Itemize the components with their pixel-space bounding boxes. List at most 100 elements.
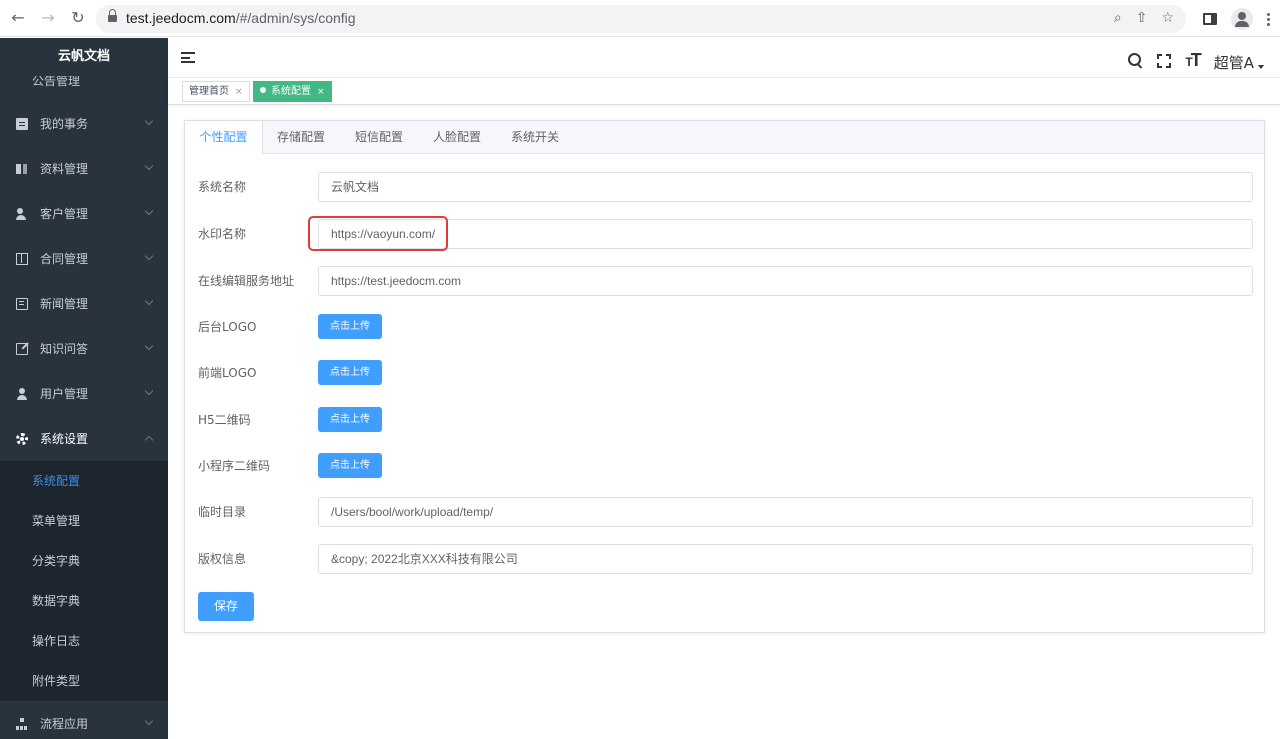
tab-system-switches[interactable]: 系统开关 <box>505 121 565 154</box>
address-bar[interactable]: test.jeedocm.com/#/admin/sys/config ⌕ ⇧ … <box>96 5 1186 33</box>
users-icon <box>16 207 28 220</box>
browser-toolbar: ← → ↻ test.jeedocm.com/#/admin/sys/confi… <box>0 0 1280 37</box>
flow-icon <box>16 717 28 730</box>
sidebar-subitem-attachment-types[interactable]: 附件类型 <box>0 661 168 701</box>
sidebar-subitem-category-dictionary[interactable]: 分类字典 <box>0 541 168 581</box>
sidebar-item-label: 新闻管理 <box>40 297 89 311</box>
collapse-sidebar-icon[interactable] <box>181 52 195 63</box>
sidebar-subitem-data-dictionary[interactable]: 数据字典 <box>0 581 168 621</box>
sidebar-item-news[interactable]: 新闻管理 <box>0 281 168 326</box>
fullscreen-icon[interactable] <box>1157 53 1172 68</box>
sidebar-subitem-system-config[interactable]: 系统配置 <box>0 461 168 501</box>
front-logo-label: 前端LOGO <box>198 366 257 380</box>
tag-home[interactable]: 管理首页 × <box>182 81 250 102</box>
lock-icon[interactable] <box>108 9 117 24</box>
system-name-label: 系统名称 <box>198 180 247 194</box>
tag-label: 系统配置 <box>271 86 311 97</box>
tab-sms-config[interactable]: 短信配置 <box>349 121 409 154</box>
sidebar-item-announcement[interactable]: 公告管理 <box>0 76 168 101</box>
tags-view: 管理首页 × 系统配置 × <box>168 78 1280 105</box>
miniapp-qrcode-upload-button[interactable]: 点击上传 <box>318 453 382 478</box>
top-header: TT 超管A <box>168 38 1280 78</box>
chevron-down-icon <box>144 716 154 726</box>
system-name-input[interactable]: 云帆文档 <box>318 172 1253 202</box>
contract-icon <box>16 252 28 265</box>
browser-menu-icon[interactable] <box>1267 12 1270 26</box>
tab-storage-config[interactable]: 存储配置 <box>271 121 331 154</box>
temp-dir-label: 临时目录 <box>198 505 247 519</box>
address-bar-actions: ⌕ ⇧ ☆ <box>1114 10 1174 26</box>
sidebar: 云帆文档 公告管理 我的事务 资料管理 客户管理 合同管理 新闻管理 知识问答 … <box>0 38 168 739</box>
sidebar-item-my-affairs[interactable]: 我的事务 <box>0 101 168 146</box>
sidebar-subitem-menu-management[interactable]: 菜单管理 <box>0 501 168 541</box>
bookmark-star-icon[interactable]: ☆ <box>1161 10 1174 26</box>
sidebar-item-label: 用户管理 <box>40 387 89 401</box>
tab-face-config[interactable]: 人脸配置 <box>427 121 487 154</box>
admin-logo-upload-button[interactable]: 点击上传 <box>318 314 382 339</box>
chevron-down-icon <box>144 386 154 396</box>
reload-icon[interactable]: ↻ <box>70 9 86 27</box>
chevron-down-icon <box>144 206 154 216</box>
save-button[interactable]: 保存 <box>198 592 254 621</box>
user-dropdown[interactable]: 超管A <box>1214 52 1264 73</box>
tab-personal-config[interactable]: 个性配置 <box>185 121 263 154</box>
active-dot-icon <box>260 87 266 93</box>
chevron-down-icon <box>144 296 154 306</box>
browser-nav: ← → ↻ <box>10 9 86 27</box>
book-icon <box>16 163 28 175</box>
url-host: test.jeedocm.com <box>126 10 236 26</box>
user-name: 超管A <box>1213 54 1254 72</box>
sidebar-item-contracts[interactable]: 合同管理 <box>0 236 168 281</box>
gear-icon <box>16 432 28 445</box>
sidebar-brand[interactable]: 云帆文档 <box>0 38 168 76</box>
browser-actions <box>1203 8 1270 30</box>
sidebar-item-label: 系统设置 <box>40 432 89 446</box>
config-card: 个性配置 存储配置 短信配置 人脸配置 系统开关 系统名称 云帆文档 水印名称 … <box>184 120 1265 633</box>
url-path: /#/admin/sys/config <box>235 10 356 26</box>
system-settings-submenu: 系统配置 菜单管理 分类字典 数据字典 操作日志 附件类型 <box>0 461 168 701</box>
sidebar-item-system-settings[interactable]: 系统设置 <box>0 416 168 461</box>
sidebar-item-materials[interactable]: 资料管理 <box>0 146 168 191</box>
sidebar-item-label: 客户管理 <box>40 207 89 221</box>
news-icon <box>16 297 28 310</box>
zoom-icon[interactable]: ⌕ <box>1114 10 1122 26</box>
sidebar-subitem-operation-log[interactable]: 操作日志 <box>0 621 168 661</box>
share-icon[interactable]: ⇧ <box>1136 10 1148 26</box>
h5-qrcode-upload-button[interactable]: 点击上传 <box>318 407 382 432</box>
document-icon <box>16 117 28 130</box>
edit-icon <box>16 342 28 355</box>
chevron-down-icon <box>144 341 154 351</box>
h5-qrcode-label: H5二维码 <box>198 413 251 427</box>
side-panel-icon[interactable] <box>1203 13 1217 25</box>
tag-system-config[interactable]: 系统配置 × <box>253 81 332 102</box>
watermark-name-input[interactable]: https://vaoyun.com/ <box>318 219 1253 249</box>
copyright-label: 版权信息 <box>198 552 247 566</box>
forward-arrow-icon[interactable]: → <box>40 9 56 27</box>
sidebar-item-users[interactable]: 用户管理 <box>0 371 168 416</box>
close-icon[interactable]: × <box>317 87 325 97</box>
sidebar-item-label: 流程应用 <box>40 717 89 731</box>
online-edit-url-label: 在线编辑服务地址 <box>198 274 295 288</box>
profile-avatar-icon[interactable] <box>1231 8 1253 30</box>
sidebar-item-label: 合同管理 <box>40 252 89 266</box>
chevron-up-icon <box>144 435 154 445</box>
sidebar-item-label: 我的事务 <box>40 117 89 131</box>
temp-dir-input[interactable]: /Users/bool/work/upload/temp/ <box>318 497 1253 527</box>
front-logo-upload-button[interactable]: 点击上传 <box>318 360 382 385</box>
user-icon <box>16 387 28 400</box>
search-icon[interactable] <box>1128 53 1143 68</box>
caret-down-icon <box>1258 64 1264 69</box>
close-icon[interactable]: × <box>235 87 243 97</box>
sidebar-item-label: 资料管理 <box>40 162 89 176</box>
address-url[interactable]: test.jeedocm.com/#/admin/sys/config <box>126 10 356 26</box>
chevron-down-icon <box>144 161 154 171</box>
sidebar-item-workflow[interactable]: 流程应用 <box>0 701 168 739</box>
copyright-input[interactable]: &copy; 2022北京XXX科技有限公司 <box>318 544 1253 574</box>
online-edit-url-input[interactable]: https://test.jeedocm.com <box>318 266 1253 296</box>
font-size-icon[interactable]: TT <box>1185 51 1201 71</box>
config-tabs: 个性配置 存储配置 短信配置 人脸配置 系统开关 <box>185 121 1264 154</box>
sidebar-item-customers[interactable]: 客户管理 <box>0 191 168 236</box>
tag-label: 管理首页 <box>189 86 229 97</box>
back-arrow-icon[interactable]: ← <box>10 9 26 27</box>
sidebar-item-qa[interactable]: 知识问答 <box>0 326 168 371</box>
